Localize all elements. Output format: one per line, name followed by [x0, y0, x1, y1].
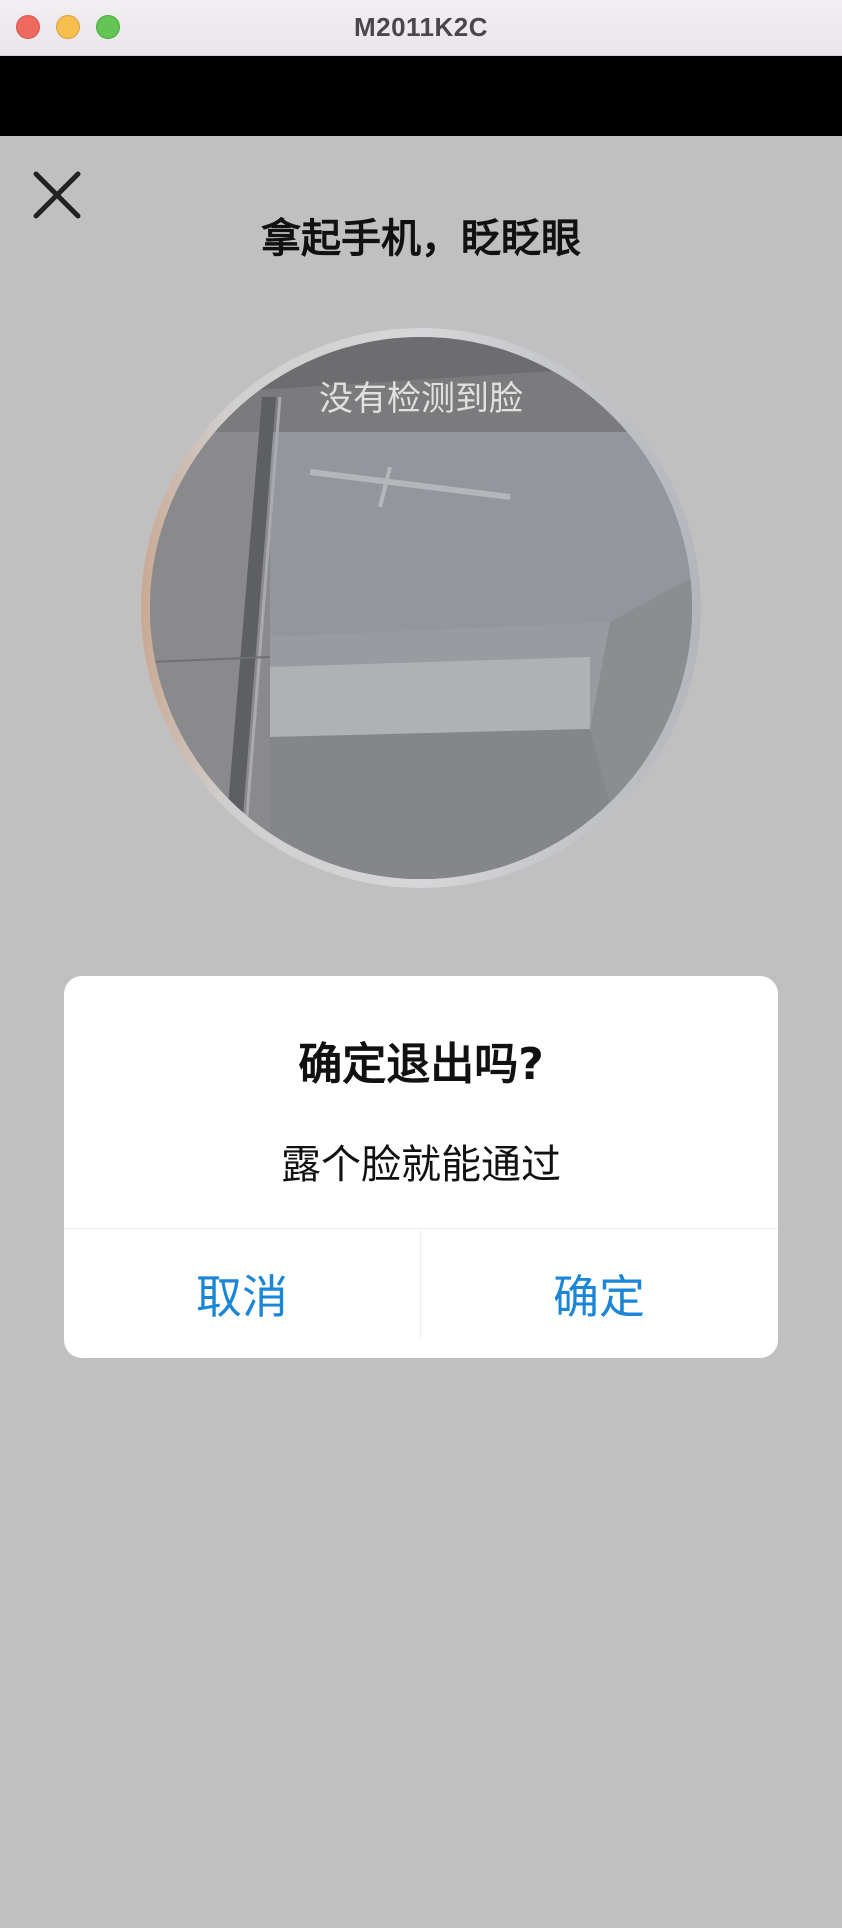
- confirm-button[interactable]: 确定: [421, 1229, 777, 1358]
- window-title: M2011K2C: [353, 12, 489, 42]
- dialog-title: 确定退出吗?: [298, 1039, 544, 1090]
- status-bar: [0, 56, 842, 136]
- no-face-status: 没有检测到脸: [319, 379, 523, 419]
- dialog-message: 露个脸就能通过: [281, 1142, 561, 1188]
- camera-frame: 没有检测到脸: [141, 328, 701, 888]
- face-verification-screen: 拿起手机，眨眨眼 没有检测到脸 确定退出吗? 露个脸就能通过 取消 确定: [0, 136, 842, 1928]
- exit-confirm-dialog: 确定退出吗? 露个脸就能通过 取消 确定: [64, 976, 778, 1358]
- camera-preview: 没有检测到脸: [150, 337, 692, 879]
- prompt-title: 拿起手机，眨眨眼: [261, 216, 581, 262]
- cancel-button[interactable]: 取消: [64, 1229, 420, 1358]
- window-titlebar: M2011K2C: [0, 0, 842, 56]
